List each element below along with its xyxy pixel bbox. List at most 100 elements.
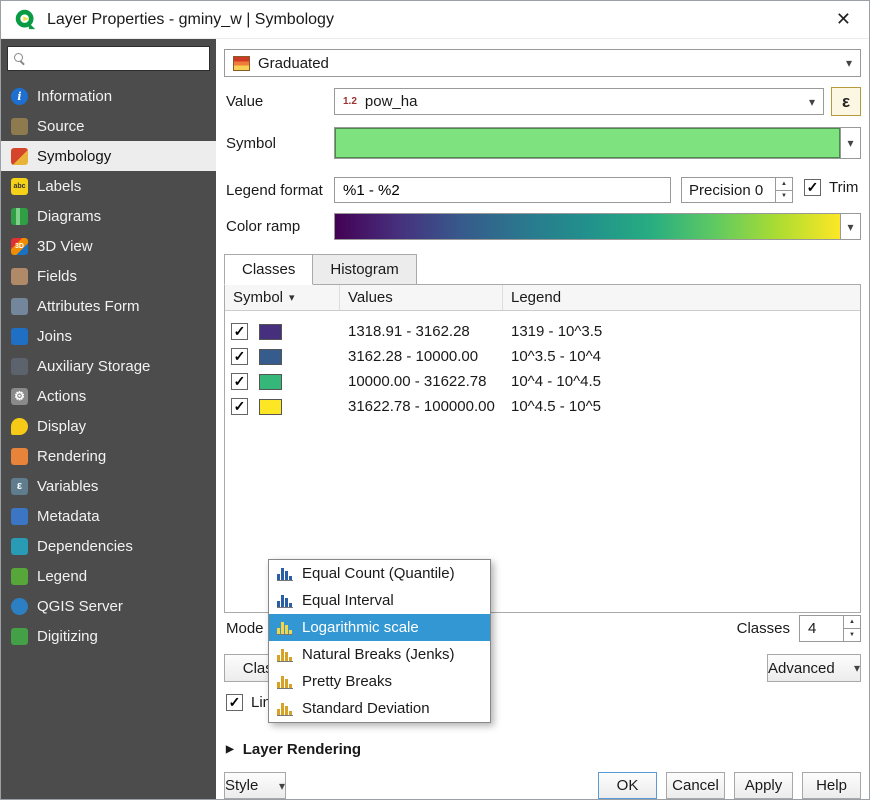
trim-checkbox[interactable]: ✓ (804, 179, 821, 196)
sidebar-item-auxiliary-storage[interactable]: Auxiliary Storage (1, 351, 216, 381)
sidebar-item-actions[interactable]: Actions (1, 381, 216, 411)
sidebar-item-label: Joins (37, 328, 72, 345)
table-row[interactable]: ✓ 3162.28 - 10000.00 10^3.5 - 10^4 (225, 344, 860, 369)
sidebar-item-metadata[interactable]: Metadata (1, 501, 216, 531)
sidebar-item-symbology[interactable]: Symbology (1, 141, 216, 171)
renderer-select[interactable]: Graduated ▾ (224, 49, 861, 77)
diagrams-icon (11, 208, 28, 225)
menu-item-pretty-breaks[interactable]: Pretty Breaks (269, 668, 490, 695)
table-row[interactable]: ✓ 31622.78 - 100000.00 10^4.5 - 10^5 (225, 394, 860, 419)
sidebar-item-variables[interactable]: Variables (1, 471, 216, 501)
menu-item-equal-interval[interactable]: Equal Interval (269, 587, 490, 614)
check-icon: ✓ (807, 179, 819, 196)
symbol-selector[interactable]: ▾ (334, 127, 861, 159)
color-ramp-dropdown-button[interactable]: ▾ (840, 214, 860, 239)
chevron-down-icon: ▾ (854, 662, 860, 674)
sidebar-item-label: Display (37, 418, 86, 435)
classes-spinbox[interactable]: 4 ▲ ▼ (799, 615, 861, 642)
color-ramp-label: Color ramp (226, 218, 300, 235)
fields-icon (11, 268, 28, 285)
button-label: Style (225, 777, 258, 794)
value-field-select[interactable]: 1.2 pow_ha ▾ (334, 88, 824, 115)
classes-count-group: Classes 4 ▲ ▼ (737, 615, 861, 642)
class-color-swatch[interactable] (259, 399, 282, 415)
class-checkbox[interactable]: ✓ (231, 373, 248, 390)
sidebar-item-label: Variables (37, 478, 98, 495)
cancel-button[interactable]: Cancel (666, 772, 725, 799)
window-title: Layer Properties - gminy_w | Symbology (47, 11, 334, 29)
sidebar-item-legend[interactable]: Legend (1, 561, 216, 591)
metadata-icon (11, 508, 28, 525)
sidebar-item-source[interactable]: Source (1, 111, 216, 141)
sidebar-item-rendering[interactable]: Rendering (1, 441, 216, 471)
sidebar-item-3d-view[interactable]: 3D View (1, 231, 216, 261)
sidebar-item-joins[interactable]: Joins (1, 321, 216, 351)
sidebar-item-labels[interactable]: Labels (1, 171, 216, 201)
spin-down-icon[interactable]: ▼ (844, 629, 860, 641)
color-ramp-selector[interactable]: ▾ (334, 213, 861, 240)
chevron-down-icon: ▾ (847, 136, 853, 150)
spin-up-icon[interactable]: ▲ (776, 178, 792, 191)
header-label: Values (348, 289, 393, 306)
sidebar-item-label: Legend (37, 568, 87, 585)
table-row[interactable]: ✓ 10000.00 - 31622.78 10^4 - 10^4.5 (225, 369, 860, 394)
sidebar-item-fields[interactable]: Fields (1, 261, 216, 291)
class-checkbox[interactable]: ✓ (231, 398, 248, 415)
column-header-values[interactable]: Values (340, 285, 503, 310)
sidebar-item-information[interactable]: Information (1, 81, 216, 111)
sidebar-search-input[interactable] (32, 50, 203, 67)
menu-item-natural-breaks[interactable]: Natural Breaks (Jenks) (269, 641, 490, 668)
ok-button[interactable]: OK (598, 772, 657, 799)
menu-item-equal-count[interactable]: Equal Count (Quantile) (269, 560, 490, 587)
link-class-boundaries-checkbox[interactable]: ✓ (226, 694, 243, 711)
class-color-swatch[interactable] (259, 374, 282, 390)
precision-spinner[interactable]: ▲ ▼ (775, 178, 792, 202)
sidebar-item-digitizing[interactable]: Digitizing (1, 621, 216, 651)
menu-item-standard-deviation[interactable]: Standard Deviation (269, 695, 490, 722)
class-color-swatch[interactable] (259, 324, 282, 340)
class-checkbox[interactable]: ✓ (231, 348, 248, 365)
help-button[interactable]: Help (802, 772, 861, 799)
style-button[interactable]: Style ▾ (224, 772, 286, 799)
trim-checkbox-group[interactable]: ✓ Trim (804, 179, 858, 196)
sidebar-item-diagrams[interactable]: Diagrams (1, 201, 216, 231)
sidebar-item-qgis-server[interactable]: QGIS Server (1, 591, 216, 621)
dialog-buttons: OK Cancel Apply Help (598, 772, 861, 799)
sidebar-item-attributes-form[interactable]: Attributes Form (1, 291, 216, 321)
header-label: Legend (511, 289, 561, 306)
legend-format-label: Legend format (226, 182, 323, 199)
qgis-logo-icon (15, 9, 37, 31)
symbol-dropdown-button[interactable]: ▾ (840, 128, 860, 158)
spin-down-icon[interactable]: ▼ (776, 191, 792, 203)
trim-label: Trim (829, 179, 858, 196)
check-icon: ✓ (234, 373, 246, 390)
class-checkbox[interactable]: ✓ (231, 323, 248, 340)
class-color-swatch[interactable] (259, 349, 282, 365)
spin-up-icon[interactable]: ▲ (844, 616, 860, 629)
sidebar-item-dependencies[interactable]: Dependencies (1, 531, 216, 561)
tab-classes[interactable]: Classes (224, 254, 313, 285)
tab-label: Histogram (330, 261, 398, 278)
classes-spinner[interactable]: ▲ ▼ (843, 616, 860, 641)
close-icon[interactable]: ✕ (832, 9, 855, 30)
sidebar-item-display[interactable]: Display (1, 411, 216, 441)
epsilon-icon: ε (842, 92, 850, 112)
column-header-legend[interactable]: Legend (503, 285, 860, 310)
class-values: 3162.28 - 10000.00 (340, 348, 503, 365)
advanced-button[interactable]: Advanced ▾ (767, 654, 861, 682)
class-legend: 10^4.5 - 10^5 (503, 398, 860, 415)
sidebar-item-label: Dependencies (37, 538, 133, 555)
legend-format-input[interactable] (334, 177, 671, 203)
joins-icon (11, 328, 28, 345)
expression-builder-button[interactable]: ε (831, 87, 861, 116)
apply-button[interactable]: Apply (734, 772, 793, 799)
menu-item-logarithmic-scale[interactable]: Logarithmic scale (269, 614, 490, 641)
column-header-symbol[interactable]: Symbol ▾ (225, 285, 340, 310)
layer-rendering-section-toggle[interactable]: ▶ Layer Rendering (226, 741, 361, 758)
tab-histogram[interactable]: Histogram (313, 254, 416, 285)
information-icon (11, 88, 28, 105)
qgis-server-icon (11, 598, 28, 615)
sidebar-item-label: QGIS Server (37, 598, 123, 615)
table-row[interactable]: ✓ 1318.91 - 3162.28 1319 - 10^3.5 (225, 319, 860, 344)
precision-spinbox[interactable]: Precision 0 ▲ ▼ (681, 177, 793, 203)
